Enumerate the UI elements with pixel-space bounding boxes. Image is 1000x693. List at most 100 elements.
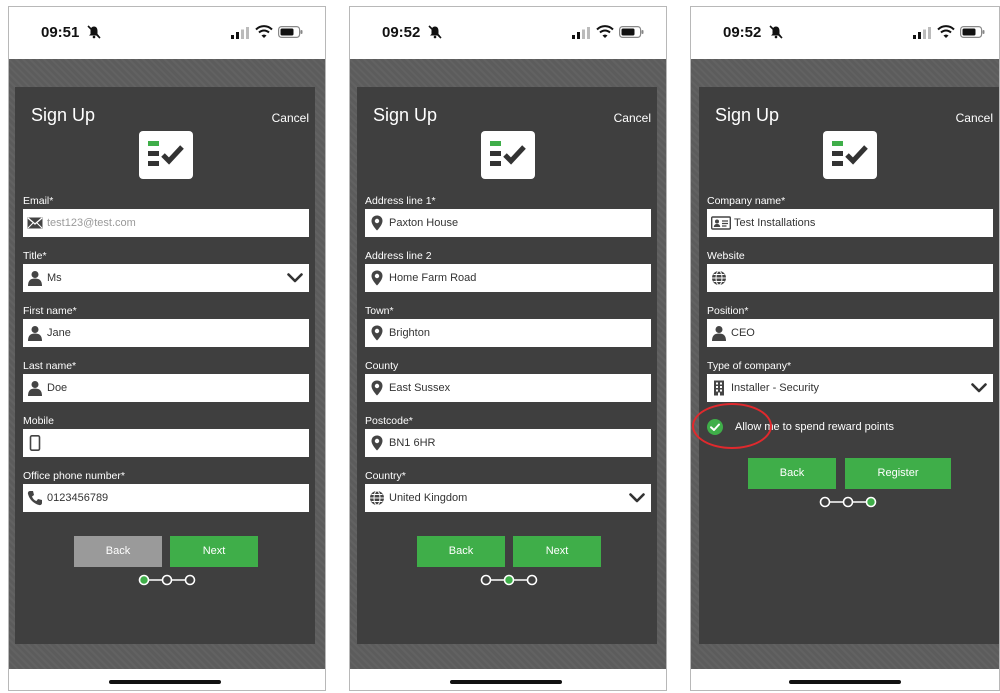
page-title: Sign Up [373,105,438,125]
cancel-button[interactable]: Cancel [956,111,993,125]
first-name-value: Jane [47,327,71,339]
title-select[interactable]: Ms [23,264,309,292]
back-button[interactable]: Back [417,536,505,567]
company-type-value: Installer - Security [731,382,820,394]
mobile-label: Mobile [23,415,54,427]
home-indicator[interactable] [450,680,562,684]
checklist-logo-icon [146,139,186,171]
email-field[interactable]: test123@test.com [23,209,309,237]
chevron-down-icon[interactable] [287,271,303,285]
step-dot-3 [184,574,196,586]
company-type-select[interactable]: Installer - Security [707,374,993,402]
position-field[interactable]: CEO [707,319,993,347]
status-time: 09:52 [723,24,762,41]
building-icon [711,380,727,396]
last-name-value: Doe [47,382,68,394]
title-value: Ms [47,272,62,284]
location-pin-icon [369,380,385,396]
phone-screen-3: 09:52 Sign Up Cancel Company name* Test … [690,6,1000,691]
status-time: 09:52 [382,24,421,41]
address-line-2-field[interactable]: Home Farm Road [365,264,651,292]
register-button[interactable]: Register [845,458,951,489]
person-icon [27,270,43,286]
checklist-logo-icon [830,139,870,171]
page-title: Sign Up [31,105,96,125]
country-value: United Kingdom [389,492,468,504]
company-name-label: Company name* [707,195,786,207]
id-card-icon [711,215,731,231]
step-dot-1 [819,496,831,508]
position-label: Position* [707,305,749,317]
first-name-field[interactable]: Jane [23,319,309,347]
signup-panel: Sign Up Cancel Company name* Test Instal… [699,87,999,644]
step-dot-1 [138,574,150,586]
title-label: Title* [23,250,47,262]
address-line-2-value: Home Farm Road [389,272,477,284]
app-logo [481,131,535,179]
next-button[interactable]: Next [513,536,601,567]
home-indicator[interactable] [789,680,901,684]
company-name-field[interactable]: Test Installations [707,209,993,237]
last-name-field[interactable]: Doe [23,374,309,402]
address-line-2-label: Address line 2 [365,250,432,262]
home-indicator-bar [350,669,666,690]
location-pin-icon [369,215,385,231]
mobile-icon [27,435,43,451]
signup-panel: Sign Up Cancel Email* test123@test.com T… [15,87,315,644]
address-line-1-value: Paxton House [389,217,459,229]
chevron-down-icon[interactable] [971,381,987,395]
company-name-value: Test Installations [734,217,816,229]
postcode-field[interactable]: BN1 6HR [365,429,651,457]
status-bar: 09:52 [350,7,666,59]
back-button[interactable]: Back [74,536,162,567]
next-button[interactable]: Next [170,536,258,567]
step-indicator [138,574,196,586]
step-dot-2 [842,496,854,508]
county-field[interactable]: East Sussex [365,374,651,402]
cancel-button[interactable]: Cancel [272,111,309,125]
wifi-icon [596,24,614,39]
signal-icon [913,27,931,39]
county-label: County [365,360,399,372]
cancel-button[interactable]: Cancel [614,111,651,125]
postcode-value: BN1 6HR [389,437,436,449]
bell-muted-icon [428,25,442,39]
step-dot-2 [161,574,173,586]
mobile-field[interactable] [23,429,309,457]
address-line-1-label: Address line 1* [365,195,436,207]
step-indicator [480,574,538,586]
page-title: Sign Up [715,105,780,125]
location-pin-icon [369,270,385,286]
back-button[interactable]: Back [748,458,836,489]
town-field[interactable]: Brighton [365,319,651,347]
office-phone-field[interactable]: 0123456789 [23,484,309,512]
website-field[interactable] [707,264,993,292]
wifi-icon [255,24,273,39]
location-pin-icon [369,435,385,451]
home-indicator[interactable] [109,680,221,684]
country-select[interactable]: United Kingdom [365,484,651,512]
step-dot-2 [503,574,515,586]
phone-screen-2: 09:52 Sign Up Cancel Address line 1* Pax… [349,6,667,691]
company-type-label: Type of company* [707,360,792,372]
bell-muted-icon [769,25,783,39]
person-icon [27,380,43,396]
checklist-logo-icon [488,139,528,171]
town-value: Brighton [389,327,430,339]
email-label: Email* [23,195,54,207]
signup-panel: Sign Up Cancel Address line 1* Paxton Ho… [357,87,657,644]
address-line-1-field[interactable]: Paxton House [365,209,651,237]
battery-icon [960,26,985,38]
step-dot-3 [526,574,538,586]
home-indicator-bar [691,669,999,690]
first-name-label: First name* [23,305,77,317]
postcode-label: Postcode* [365,415,413,427]
email-value: test123@test.com [47,217,136,229]
position-value: CEO [731,327,755,339]
step-indicator [819,496,877,508]
status-bar: 09:51 [9,7,325,59]
wifi-icon [937,24,955,39]
signal-icon [231,27,249,39]
chevron-down-icon[interactable] [629,491,645,505]
office-phone-value: 0123456789 [47,492,109,504]
